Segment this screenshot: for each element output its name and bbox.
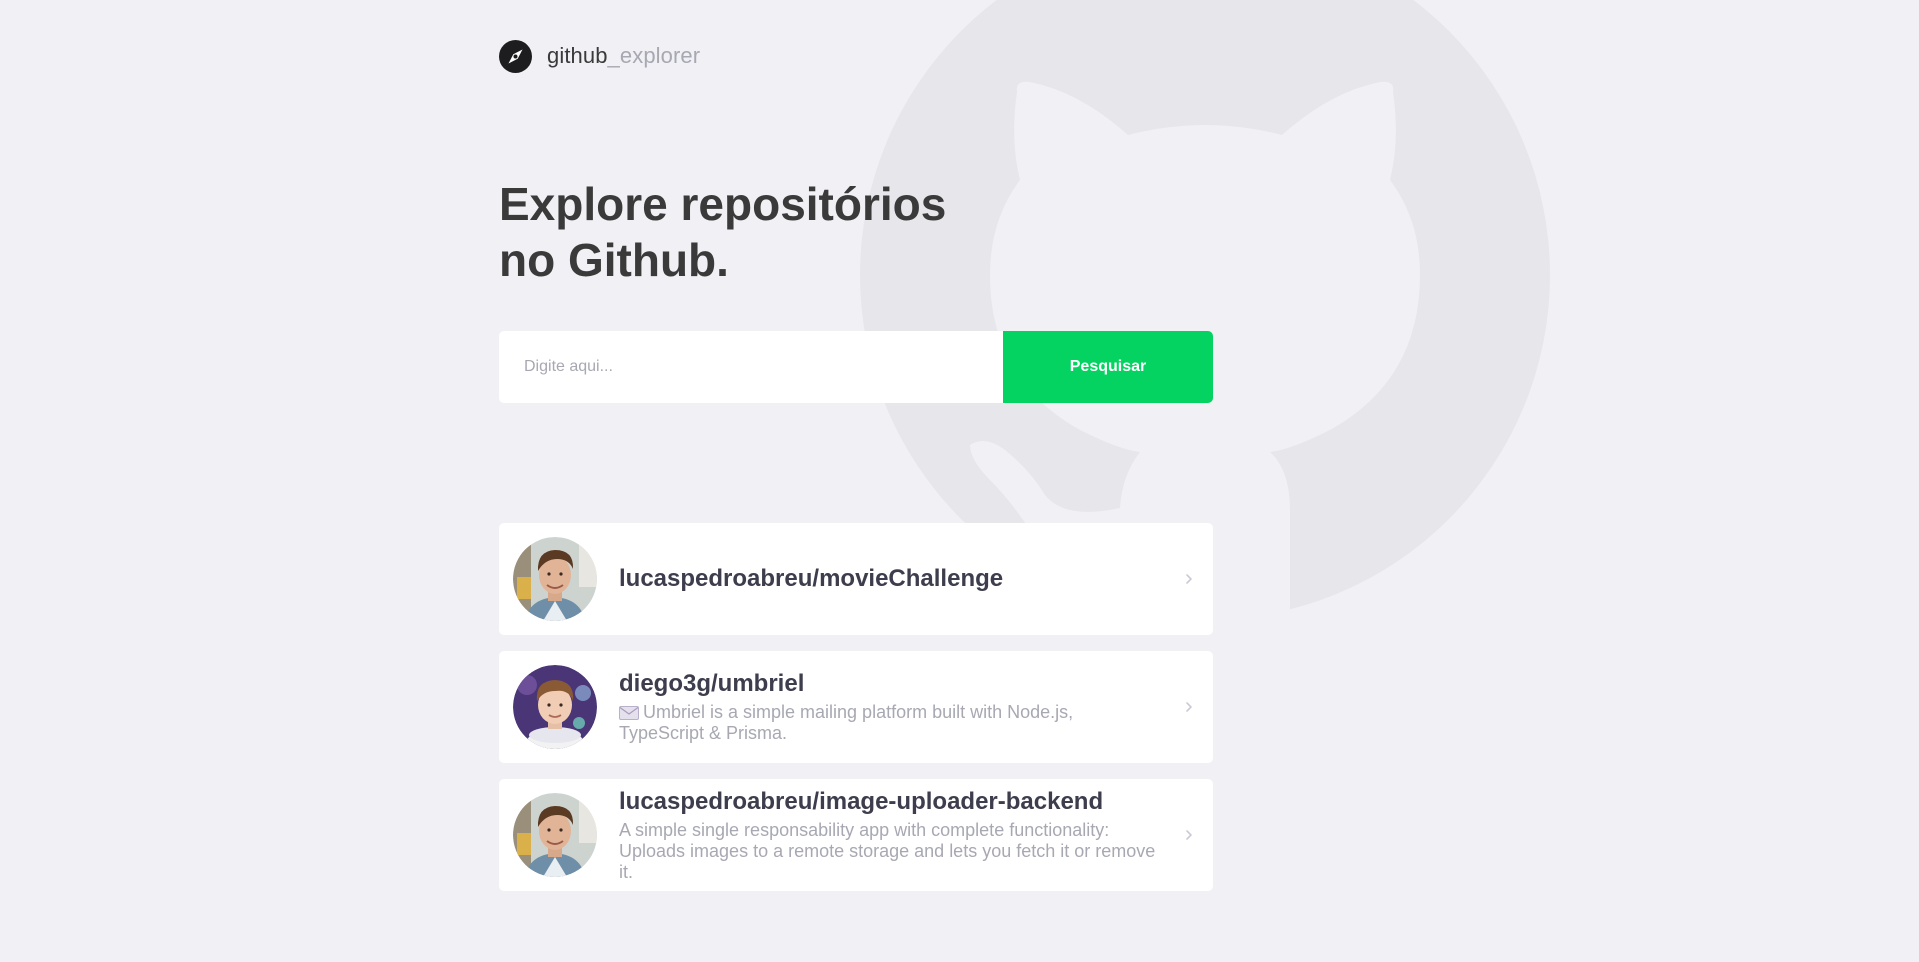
repository-name: lucaspedroabreu/image-uploader-backend [619, 787, 1104, 815]
brand-name-main: github [547, 43, 608, 68]
repository-info: lucaspedroabreu/image-uploader-backend A… [619, 788, 1169, 883]
compass-icon [499, 39, 532, 73]
envelope-icon [619, 706, 639, 720]
chevron-right-icon [1186, 702, 1192, 712]
repository-description-text: Umbriel is a simple mailing platform bui… [619, 702, 1074, 743]
repository-item[interactable]: lucaspedroabreu/image-uploader-backend A… [499, 779, 1213, 891]
search-button[interactable]: Pesquisar [1003, 331, 1213, 403]
avatar [513, 793, 597, 877]
avatar [513, 665, 597, 749]
repository-info: lucaspedroabreu/movieChallenge [619, 565, 1169, 593]
brand-logo[interactable]: github_explorer [499, 39, 700, 73]
search-input[interactable] [499, 331, 1003, 403]
page-title: Explore repositórios no Github. [499, 176, 999, 288]
repository-description: A simple single responsability app with … [619, 819, 1156, 882]
repository-description: Umbriel is a simple mailing platform bui… [619, 702, 1159, 744]
brand-name-accent: _explorer [607, 43, 701, 68]
avatar [513, 537, 597, 621]
repository-list: lucaspedroabreu/movieChallenge diego3g/u… [499, 523, 1213, 907]
chevron-right-icon [1186, 830, 1192, 840]
search-form: Pesquisar [499, 331, 1213, 403]
repository-item[interactable]: diego3g/umbriel Umbriel is a simple mail… [499, 651, 1213, 763]
page-title-line2: no Github. [499, 234, 729, 286]
page-title-line1: Explore repositórios [499, 178, 947, 230]
brand-name: github_explorer [547, 43, 700, 69]
repository-name: lucaspedroabreu/movieChallenge [619, 565, 1004, 592]
repository-info: diego3g/umbriel Umbriel is a simple mail… [619, 670, 1169, 744]
chevron-right-icon [1186, 574, 1192, 584]
repository-name: diego3g/umbriel [619, 670, 805, 697]
repository-item[interactable]: lucaspedroabreu/movieChallenge [499, 523, 1213, 635]
